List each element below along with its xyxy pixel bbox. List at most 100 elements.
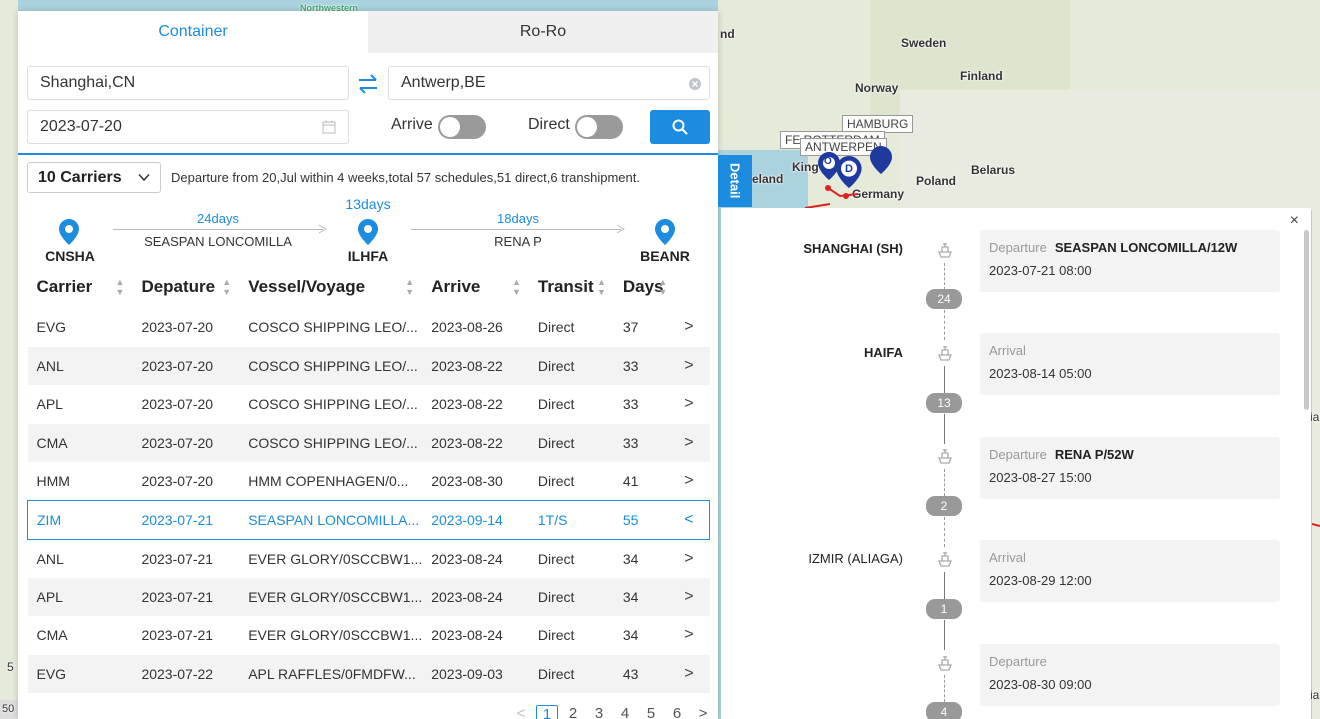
route-detail-panel: × SHANGHAI (SH) 24 Departure SEASPAN LONC…	[721, 208, 1311, 719]
cell-vessel: APL RAFFLES/0FMDFW...	[239, 654, 423, 693]
cell-arrive: 2023-08-26	[431, 319, 503, 336]
arrive-toggle-label: Arrive	[391, 116, 433, 133]
cell-transit: 1T/S	[528, 500, 614, 540]
route-leg1-line	[113, 229, 323, 230]
detail-toggle-tab[interactable]: Detail	[718, 155, 752, 207]
sort-icon[interactable]: ▲ ▼	[116, 277, 125, 297]
cell-transit: Direct	[537, 550, 575, 567]
cell-departure: 2023-07-22	[132, 654, 240, 693]
table-row[interactable]: CMA 2023-07-20 COSCO SHIPPING LEO/... 20…	[27, 423, 710, 462]
cell-carrier: ANL	[36, 550, 64, 567]
cell-departure: 2023-07-20	[141, 319, 214, 336]
cell-carrier: EVG	[27, 654, 133, 693]
timeline-segment	[944, 620, 945, 650]
transit-pin-icon[interactable]	[870, 146, 892, 174]
expand-row-icon[interactable]: >	[675, 423, 710, 462]
expand-row-icon[interactable]: >	[675, 462, 709, 501]
detail-scrollbar[interactable]	[1304, 230, 1309, 410]
table-row-selected[interactable]: ZIM 2023-07-21 SEASPAN LONCOMILLA... 202…	[27, 500, 711, 540]
table-row[interactable]: EVG 2023-07-22 APL RAFFLES/0FMDFW... 202…	[27, 654, 710, 693]
col-header-days[interactable]: Days ▲ ▼	[613, 266, 676, 308]
table-row[interactable]: EVG 2023-07-20 COSCO SHIPPING LEO/... 20…	[28, 308, 710, 347]
cell-arrive: 2023-08-22	[431, 396, 503, 413]
direct-toggle[interactable]	[575, 115, 623, 139]
expand-row-icon[interactable]: >	[675, 385, 709, 424]
col-header-transit[interactable]: Transit ▲ ▼	[528, 266, 614, 308]
col-header-arrive[interactable]: Arrive ▲ ▼	[422, 266, 529, 308]
sort-icon[interactable]: ▲ ▼	[405, 277, 414, 297]
destination-pin-letter: D	[845, 163, 853, 175]
date-input[interactable]: 2023-07-20	[27, 110, 349, 144]
pager-prev-button[interactable]: <	[508, 705, 534, 719]
expand-row-icon[interactable]: >	[675, 346, 710, 385]
col-header-departure[interactable]: Depature ▲ ▼	[132, 266, 240, 308]
sort-icon[interactable]: ▲ ▼	[512, 277, 521, 297]
cell-carrier: APL	[27, 577, 133, 616]
table-row[interactable]: ANL 2023-07-21 EVER GLORY/0SCCBW1... 202…	[28, 539, 710, 578]
stop-kind: Arrival	[989, 550, 1026, 565]
pager-page-5[interactable]: 5	[638, 705, 664, 719]
route-node-origin: CNSHA	[45, 248, 95, 264]
col-header-carrier[interactable]: Carrier ▲ ▼	[27, 266, 133, 308]
pager-page-2[interactable]: 2	[560, 705, 586, 719]
cell-transit: Direct	[528, 346, 614, 385]
stop-port: HAIFA	[864, 345, 903, 360]
cell-vessel: EVER GLORY/0SCCBW1...	[248, 550, 423, 567]
expand-row-icon[interactable]: >	[675, 539, 709, 578]
pager-page-4[interactable]: 4	[612, 705, 638, 719]
cell-departure: 2023-07-21	[141, 627, 214, 644]
stop-time: 2023-08-29 12:00	[989, 573, 1092, 588]
route-arrow-icon	[318, 224, 328, 234]
pager-page-6[interactable]: 6	[664, 705, 690, 719]
sort-icon[interactable]: ▲ ▼	[658, 277, 667, 297]
cell-carrier: ANL	[27, 346, 133, 385]
table-row[interactable]: APL 2023-07-21 EVER GLORY/0SCCBW1... 202…	[27, 577, 710, 616]
swap-icon[interactable]	[357, 74, 379, 94]
route-transit-days: 13days	[345, 196, 391, 212]
ship-icon	[938, 656, 952, 671]
tab-roro[interactable]: Ro-Ro	[368, 11, 718, 53]
expand-row-icon[interactable]: >	[675, 308, 709, 347]
cell-days: 34	[613, 577, 676, 616]
calendar-icon[interactable]	[322, 120, 336, 134]
col-header-vessel[interactable]: Vessel/Voyage ▲ ▼	[239, 266, 423, 308]
clear-icon[interactable]	[689, 78, 701, 90]
sort-icon[interactable]: ▲ ▼	[222, 277, 231, 297]
cell-vessel: COSCO SHIPPING LEO/...	[248, 396, 418, 413]
pager-page-1[interactable]: 1	[536, 705, 558, 719]
expand-row-icon[interactable]: >	[675, 577, 710, 616]
timeline-segment	[944, 517, 945, 547]
route-line-icon	[804, 185, 859, 209]
sort-icon[interactable]: ▲ ▼	[597, 277, 606, 297]
map-label-edge-ia-2: ia	[1310, 688, 1320, 702]
col-header-carrier-label: Carrier	[36, 277, 93, 296]
carriers-select[interactable]: 10 Carriers	[27, 162, 161, 193]
stop-card: Arrival 2023-08-29 12:00	[980, 540, 1280, 602]
table-row[interactable]: CMA 2023-07-21 EVER GLORY/0SCCBW1... 202…	[28, 616, 710, 655]
table-row[interactable]: ANL 2023-07-20 COSCO SHIPPING LEO/... 20…	[27, 346, 710, 385]
col-header-action	[675, 266, 710, 308]
arrive-toggle[interactable]	[438, 115, 486, 139]
table-row[interactable]: HMM 2023-07-20 HMM COPENHAGEN/0... 2023-…	[28, 462, 710, 501]
cell-arrive: 2023-09-03	[422, 654, 529, 693]
expand-row-icon[interactable]: >	[675, 654, 710, 693]
cell-vessel: COSCO SHIPPING LEO/...	[239, 423, 423, 462]
pager-next-button[interactable]: >	[690, 705, 716, 719]
expand-row-icon[interactable]: >	[675, 616, 709, 655]
direct-toggle-label: Direct	[528, 116, 570, 133]
cell-transit: Direct	[537, 473, 575, 489]
pager-page-3[interactable]: 3	[586, 705, 612, 719]
tab-container[interactable]: Container	[18, 11, 368, 53]
destination-input[interactable]: Antwerp,BE	[388, 66, 710, 100]
search-button[interactable]	[650, 110, 710, 144]
origin-pin-letter: O	[824, 156, 832, 167]
cell-departure: 2023-07-20	[141, 396, 214, 413]
stop-vessel: RENA P/52W	[1054, 447, 1134, 462]
table-row[interactable]: APL 2023-07-20 COSCO SHIPPING LEO/... 20…	[28, 385, 710, 424]
collapse-row-icon[interactable]: <	[675, 500, 711, 540]
leg-days-badge: 13	[926, 393, 962, 413]
timeline-segment	[944, 414, 945, 444]
origin-input[interactable]: Shanghai,CN	[27, 66, 349, 100]
close-icon[interactable]: ×	[1290, 212, 1299, 230]
cell-days: 37	[622, 319, 639, 336]
